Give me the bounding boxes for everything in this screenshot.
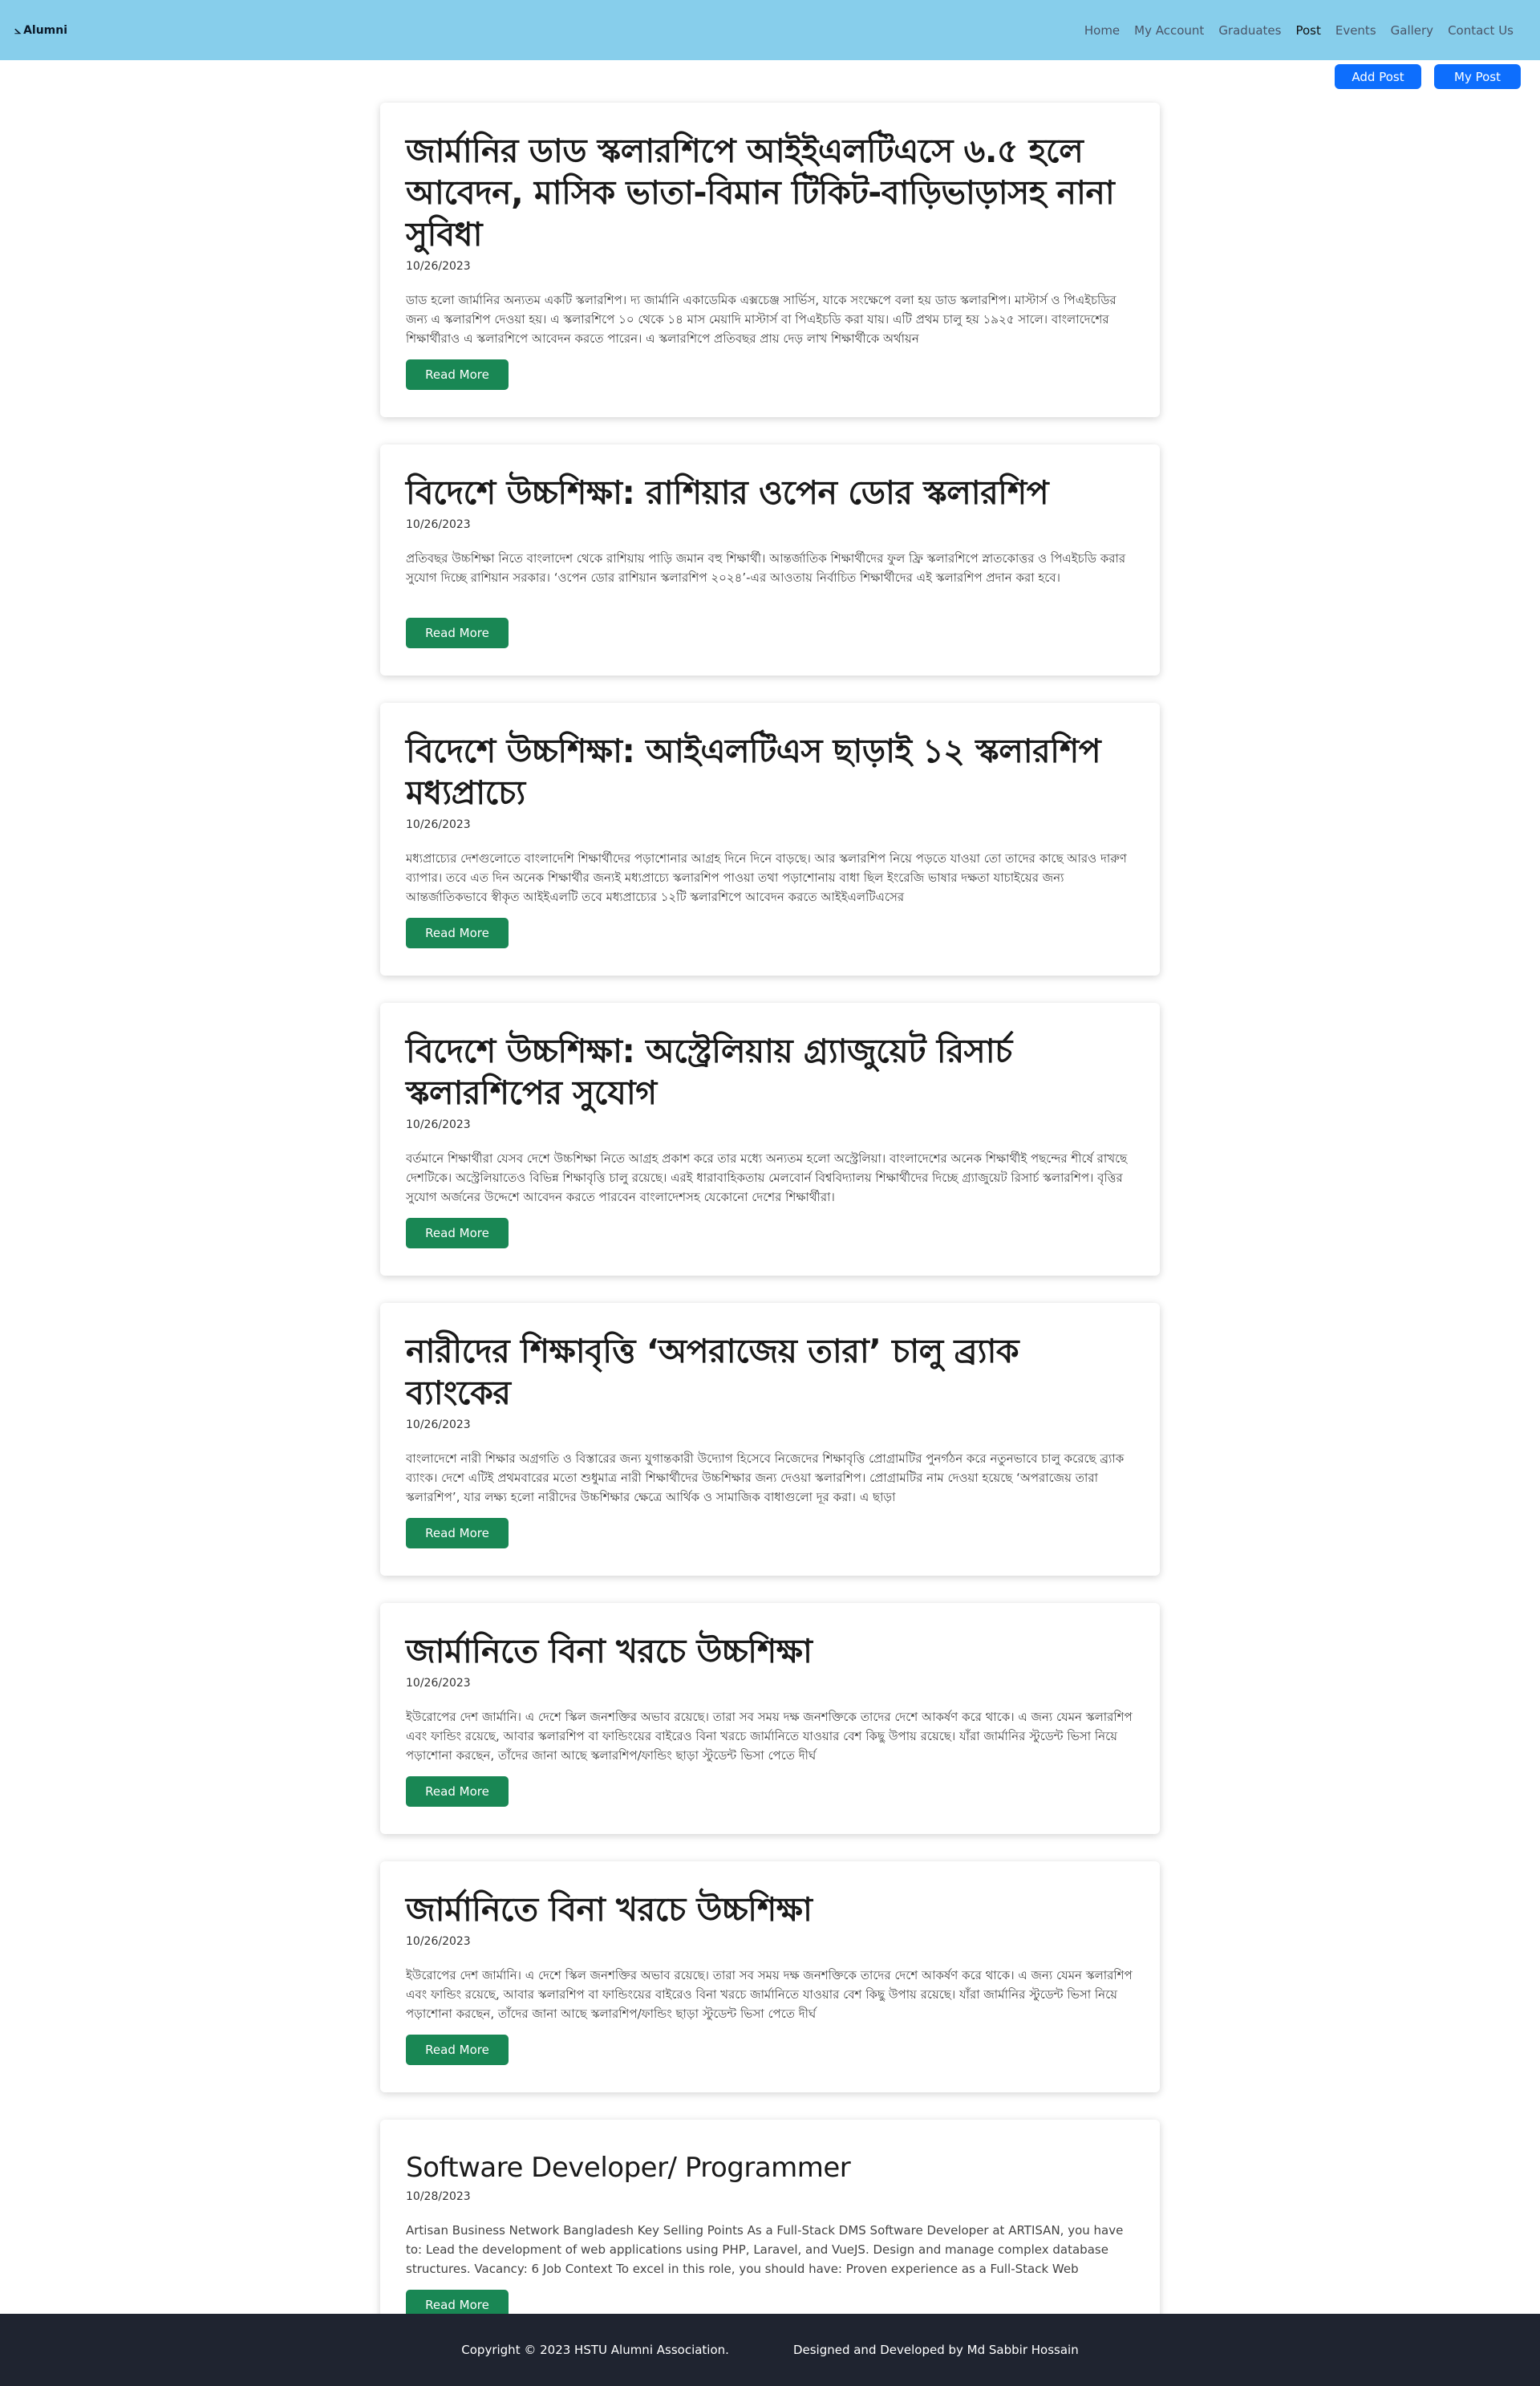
nav-item-post[interactable]: Post [1288, 23, 1327, 38]
post-card: বিদেশে উচ্চশিক্ষা: অস্ট্রেলিয়ায় গ্র্যা… [380, 1003, 1160, 1276]
brand-mark-icon: ⦣ [14, 23, 22, 37]
post-date: 10/26/2023 [406, 1118, 471, 1131]
nav-item-home[interactable]: Home [1077, 23, 1127, 38]
brand-logo[interactable]: ⦣ Alumni [14, 24, 67, 37]
post-date: 10/26/2023 [406, 518, 471, 531]
post-excerpt: মধ্যপ্রাচ্যের দেশগুলোতে বাংলাদেশি শিক্ষা… [406, 851, 1127, 904]
nav-item-gallery[interactable]: Gallery [1384, 23, 1441, 38]
post-date: 10/26/2023 [406, 1935, 471, 1948]
post-excerpt: Artisan Business Network Bangladesh Key … [406, 2223, 1124, 2276]
post-excerpt: ইউরোপের দেশ জার্মানি। এ দেশে স্কিল জনশক্… [406, 1968, 1133, 2021]
post-title[interactable]: নারীদের শিক্ষাবৃত্তি ‘অপরাজেয় তারা’ চাল… [406, 1330, 1134, 1414]
post-title[interactable]: জার্মানিতে বিনা খরচে উচ্চশিক্ষা [406, 1889, 1134, 1930]
read-more-button[interactable]: Read More [406, 618, 509, 648]
post-date: 10/26/2023 [406, 1677, 471, 1690]
read-more-button[interactable]: Read More [406, 359, 509, 390]
post-excerpt: বর্তমানে শিক্ষার্থীরা যেসব দেশে উচ্চশিক্… [406, 1151, 1128, 1204]
post-excerpt: ইউরোপের দেশ জার্মানি। এ দেশে স্কিল জনশক্… [406, 1710, 1133, 1763]
post-date: 10/26/2023 [406, 818, 471, 831]
post-title[interactable]: Software Developer/ Programmer [406, 2150, 1134, 2185]
site-footer: Copyright © 2023 HSTU Alumni Association… [0, 2314, 1540, 2386]
nav-item-graduates[interactable]: Graduates [1211, 23, 1288, 38]
read-more-button[interactable]: Read More [406, 2035, 509, 2065]
footer-copyright: Copyright © 2023 HSTU Alumni Association… [461, 2343, 729, 2357]
nav-links: Home My Account Graduates Post Events Ga… [1077, 23, 1521, 38]
add-post-button[interactable]: Add Post [1335, 64, 1421, 89]
top-navbar: ⦣ Alumni Home My Account Graduates Post … [0, 0, 1540, 60]
post-card: জার্মানির ডাড স্কলারশিপে আইইএলটিএসে ৬.৫ … [380, 103, 1160, 417]
post-card: বিদেশে উচ্চশিক্ষা: আইএলটিএস ছাড়াই ১২ স্… [380, 703, 1160, 976]
post-excerpt: প্রতিবছর উচ্চশিক্ষা নিতে বাংলাদেশ থেকে র… [406, 551, 1126, 585]
read-more-button[interactable]: Read More [406, 1218, 509, 1248]
post-date: 10/26/2023 [406, 1418, 471, 1431]
read-more-button[interactable]: Read More [406, 1518, 509, 1548]
my-post-button[interactable]: My Post [1434, 64, 1521, 89]
post-card: বিদেশে উচ্চশিক্ষা: রাশিয়ার ওপেন ডোর স্ক… [380, 444, 1160, 676]
nav-item-contact-us[interactable]: Contact Us [1441, 23, 1521, 38]
post-excerpt: বাংলাদেশে নারী শিক্ষার অগ্রগতি ও বিস্তার… [406, 1451, 1125, 1504]
post-list: জার্মানির ডাড স্কলারশিপে আইইএলটিএসে ৬.৫ … [380, 103, 1160, 2375]
post-card: জার্মানিতে বিনা খরচে উচ্চশিক্ষা 10/26/20… [380, 1603, 1160, 1834]
post-title[interactable]: বিদেশে উচ্চশিক্ষা: রাশিয়ার ওপেন ডোর স্ক… [406, 472, 1134, 513]
footer-credit: Designed and Developed by Md Sabbir Hoss… [792, 2343, 1079, 2357]
nav-item-events[interactable]: Events [1328, 23, 1384, 38]
read-more-button[interactable]: Read More [406, 1776, 509, 1807]
brand-name: Alumni [23, 23, 68, 37]
post-title[interactable]: বিদেশে উচ্চশিক্ষা: আইএলটিএস ছাড়াই ১২ স্… [406, 730, 1134, 814]
post-date: 10/28/2023 [406, 2190, 471, 2203]
post-excerpt: ডাড হলো জার্মানির অন্যতম একটি স্কলারশিপ।… [406, 293, 1116, 346]
post-card: জার্মানিতে বিনা খরচে উচ্চশিক্ষা 10/26/20… [380, 1861, 1160, 2092]
post-title[interactable]: জার্মানিতে বিনা খরচে উচ্চশিক্ষা [406, 1630, 1134, 1672]
post-card: নারীদের শিক্ষাবৃত্তি ‘অপরাজেয় তারা’ চাল… [380, 1303, 1160, 1576]
nav-item-my-account[interactable]: My Account [1127, 23, 1211, 38]
post-actions: Add Post My Post [1335, 64, 1521, 89]
post-title[interactable]: বিদেশে উচ্চশিক্ষা: অস্ট্রেলিয়ায় গ্র্যা… [406, 1030, 1134, 1114]
post-date: 10/26/2023 [406, 260, 471, 273]
read-more-button[interactable]: Read More [406, 918, 509, 948]
post-title[interactable]: জার্মানির ডাড স্কলারশিপে আইইএলটিএসে ৬.৫ … [406, 130, 1134, 255]
